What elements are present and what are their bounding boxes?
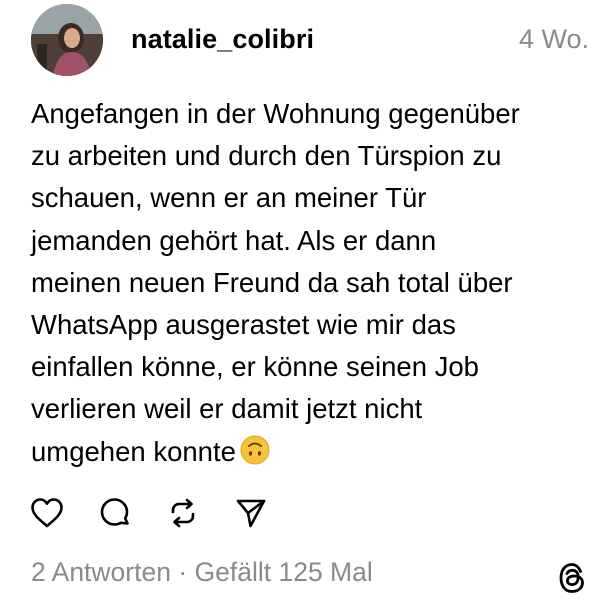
like-button[interactable]: [29, 495, 65, 531]
heart-icon: [31, 498, 63, 528]
threads-logo-icon: [556, 561, 588, 595]
repost-button[interactable]: [165, 495, 201, 531]
threads-post: natalie_colibri 4 Wo. Angefangen in der …: [0, 0, 614, 608]
reply-button[interactable]: [97, 495, 133, 531]
post-text: Angefangen in der Wohnung gegenüber zu a…: [31, 98, 520, 467]
avatar[interactable]: [31, 4, 103, 76]
post-body: Angefangen in der Wohnung gegenüber zu a…: [31, 93, 591, 477]
username[interactable]: natalie_colibri: [131, 22, 314, 56]
upside-down-face-emoji-icon: [240, 435, 270, 477]
likes-count-link[interactable]: Gefällt 125 Mal: [195, 557, 373, 587]
comment-icon: [100, 498, 129, 526]
post-timestamp: 4 Wo.: [518, 24, 589, 54]
replies-count-link[interactable]: 2 Antworten: [31, 557, 171, 587]
post-stats: 2 Antworten · Gefällt 125 Mal: [31, 555, 373, 589]
send-icon: [236, 499, 266, 528]
action-bar: [29, 493, 301, 533]
repost-icon: [171, 498, 195, 528]
share-button[interactable]: [233, 495, 269, 531]
stats-separator: ·: [178, 557, 188, 587]
